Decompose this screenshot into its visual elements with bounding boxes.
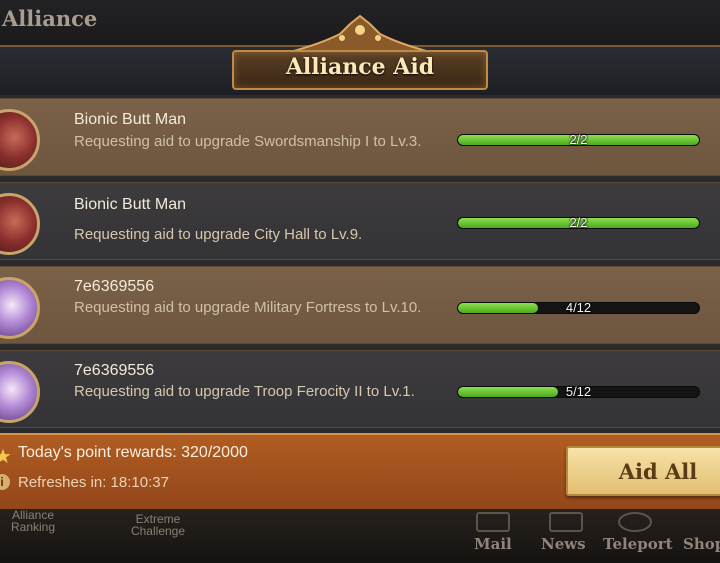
progress-text: 2/2 bbox=[569, 215, 588, 230]
avatar bbox=[0, 109, 40, 171]
progress-text: 4/12 bbox=[565, 300, 592, 315]
list-item[interactable]: 7e6369556 Requesting aid to upgrade Troo… bbox=[0, 350, 720, 428]
point-rewards-text: Today's point rewards: 320/2000 bbox=[18, 444, 248, 461]
nav-news[interactable]: News bbox=[541, 535, 586, 553]
avatar bbox=[0, 277, 40, 339]
aid-all-button[interactable]: Aid All bbox=[566, 446, 720, 496]
requester-name: Bionic Butt Man bbox=[74, 196, 187, 213]
progress-bar: 2/2 bbox=[457, 132, 700, 147]
request-description: Requesting aid to upgrade Troop Ferocity… bbox=[74, 383, 415, 400]
list-item[interactable]: 7e6369556 Requesting aid to upgrade Mili… bbox=[0, 266, 720, 344]
request-description: Requesting aid to upgrade City Hall to L… bbox=[74, 226, 363, 243]
nav-shop[interactable]: Shop bbox=[683, 535, 720, 553]
list-item[interactable]: Bionic Butt Man Requesting aid to upgrad… bbox=[0, 182, 720, 260]
requester-name: 7e6369556 bbox=[74, 362, 155, 379]
request-description: Requesting aid to upgrade Military Fortr… bbox=[74, 299, 422, 316]
progress-text: 5/12 bbox=[565, 384, 592, 399]
star-icon: ★ bbox=[0, 446, 12, 468]
progress-text: 2/2 bbox=[569, 132, 588, 147]
nav-mail[interactable]: Mail bbox=[474, 535, 512, 553]
nav-extreme-challenge[interactable]: Extreme Challenge bbox=[124, 513, 192, 537]
mail-icon bbox=[476, 512, 510, 532]
avatar bbox=[0, 361, 40, 423]
news-icon bbox=[549, 512, 583, 532]
aid-all-label: Aid All bbox=[618, 459, 698, 484]
nav-teleport[interactable]: Teleport bbox=[603, 535, 673, 553]
progress-bar: 2/2 bbox=[457, 215, 700, 230]
aid-request-list: Bionic Butt Man Requesting aid to upgrad… bbox=[0, 95, 720, 433]
screen-title: Alliance bbox=[2, 6, 98, 31]
nav-alliance-ranking[interactable]: Alliance Ranking bbox=[8, 509, 58, 533]
requester-name: Bionic Butt Man bbox=[74, 111, 187, 128]
requester-name: 7e6369556 bbox=[74, 278, 155, 295]
panel-title: Alliance Aid bbox=[285, 54, 435, 80]
crown-ornament-icon bbox=[289, 14, 431, 53]
refresh-timer: Refreshes in: 18:10:37 bbox=[18, 474, 169, 491]
progress-bar: 5/12 bbox=[457, 384, 700, 399]
avatar bbox=[0, 193, 40, 255]
teleport-icon bbox=[618, 512, 652, 532]
progress-bar: 4/12 bbox=[457, 300, 700, 315]
list-item[interactable]: Bionic Butt Man Requesting aid to upgrad… bbox=[0, 98, 720, 176]
request-description: Requesting aid to upgrade Swordsmanship … bbox=[74, 133, 422, 150]
